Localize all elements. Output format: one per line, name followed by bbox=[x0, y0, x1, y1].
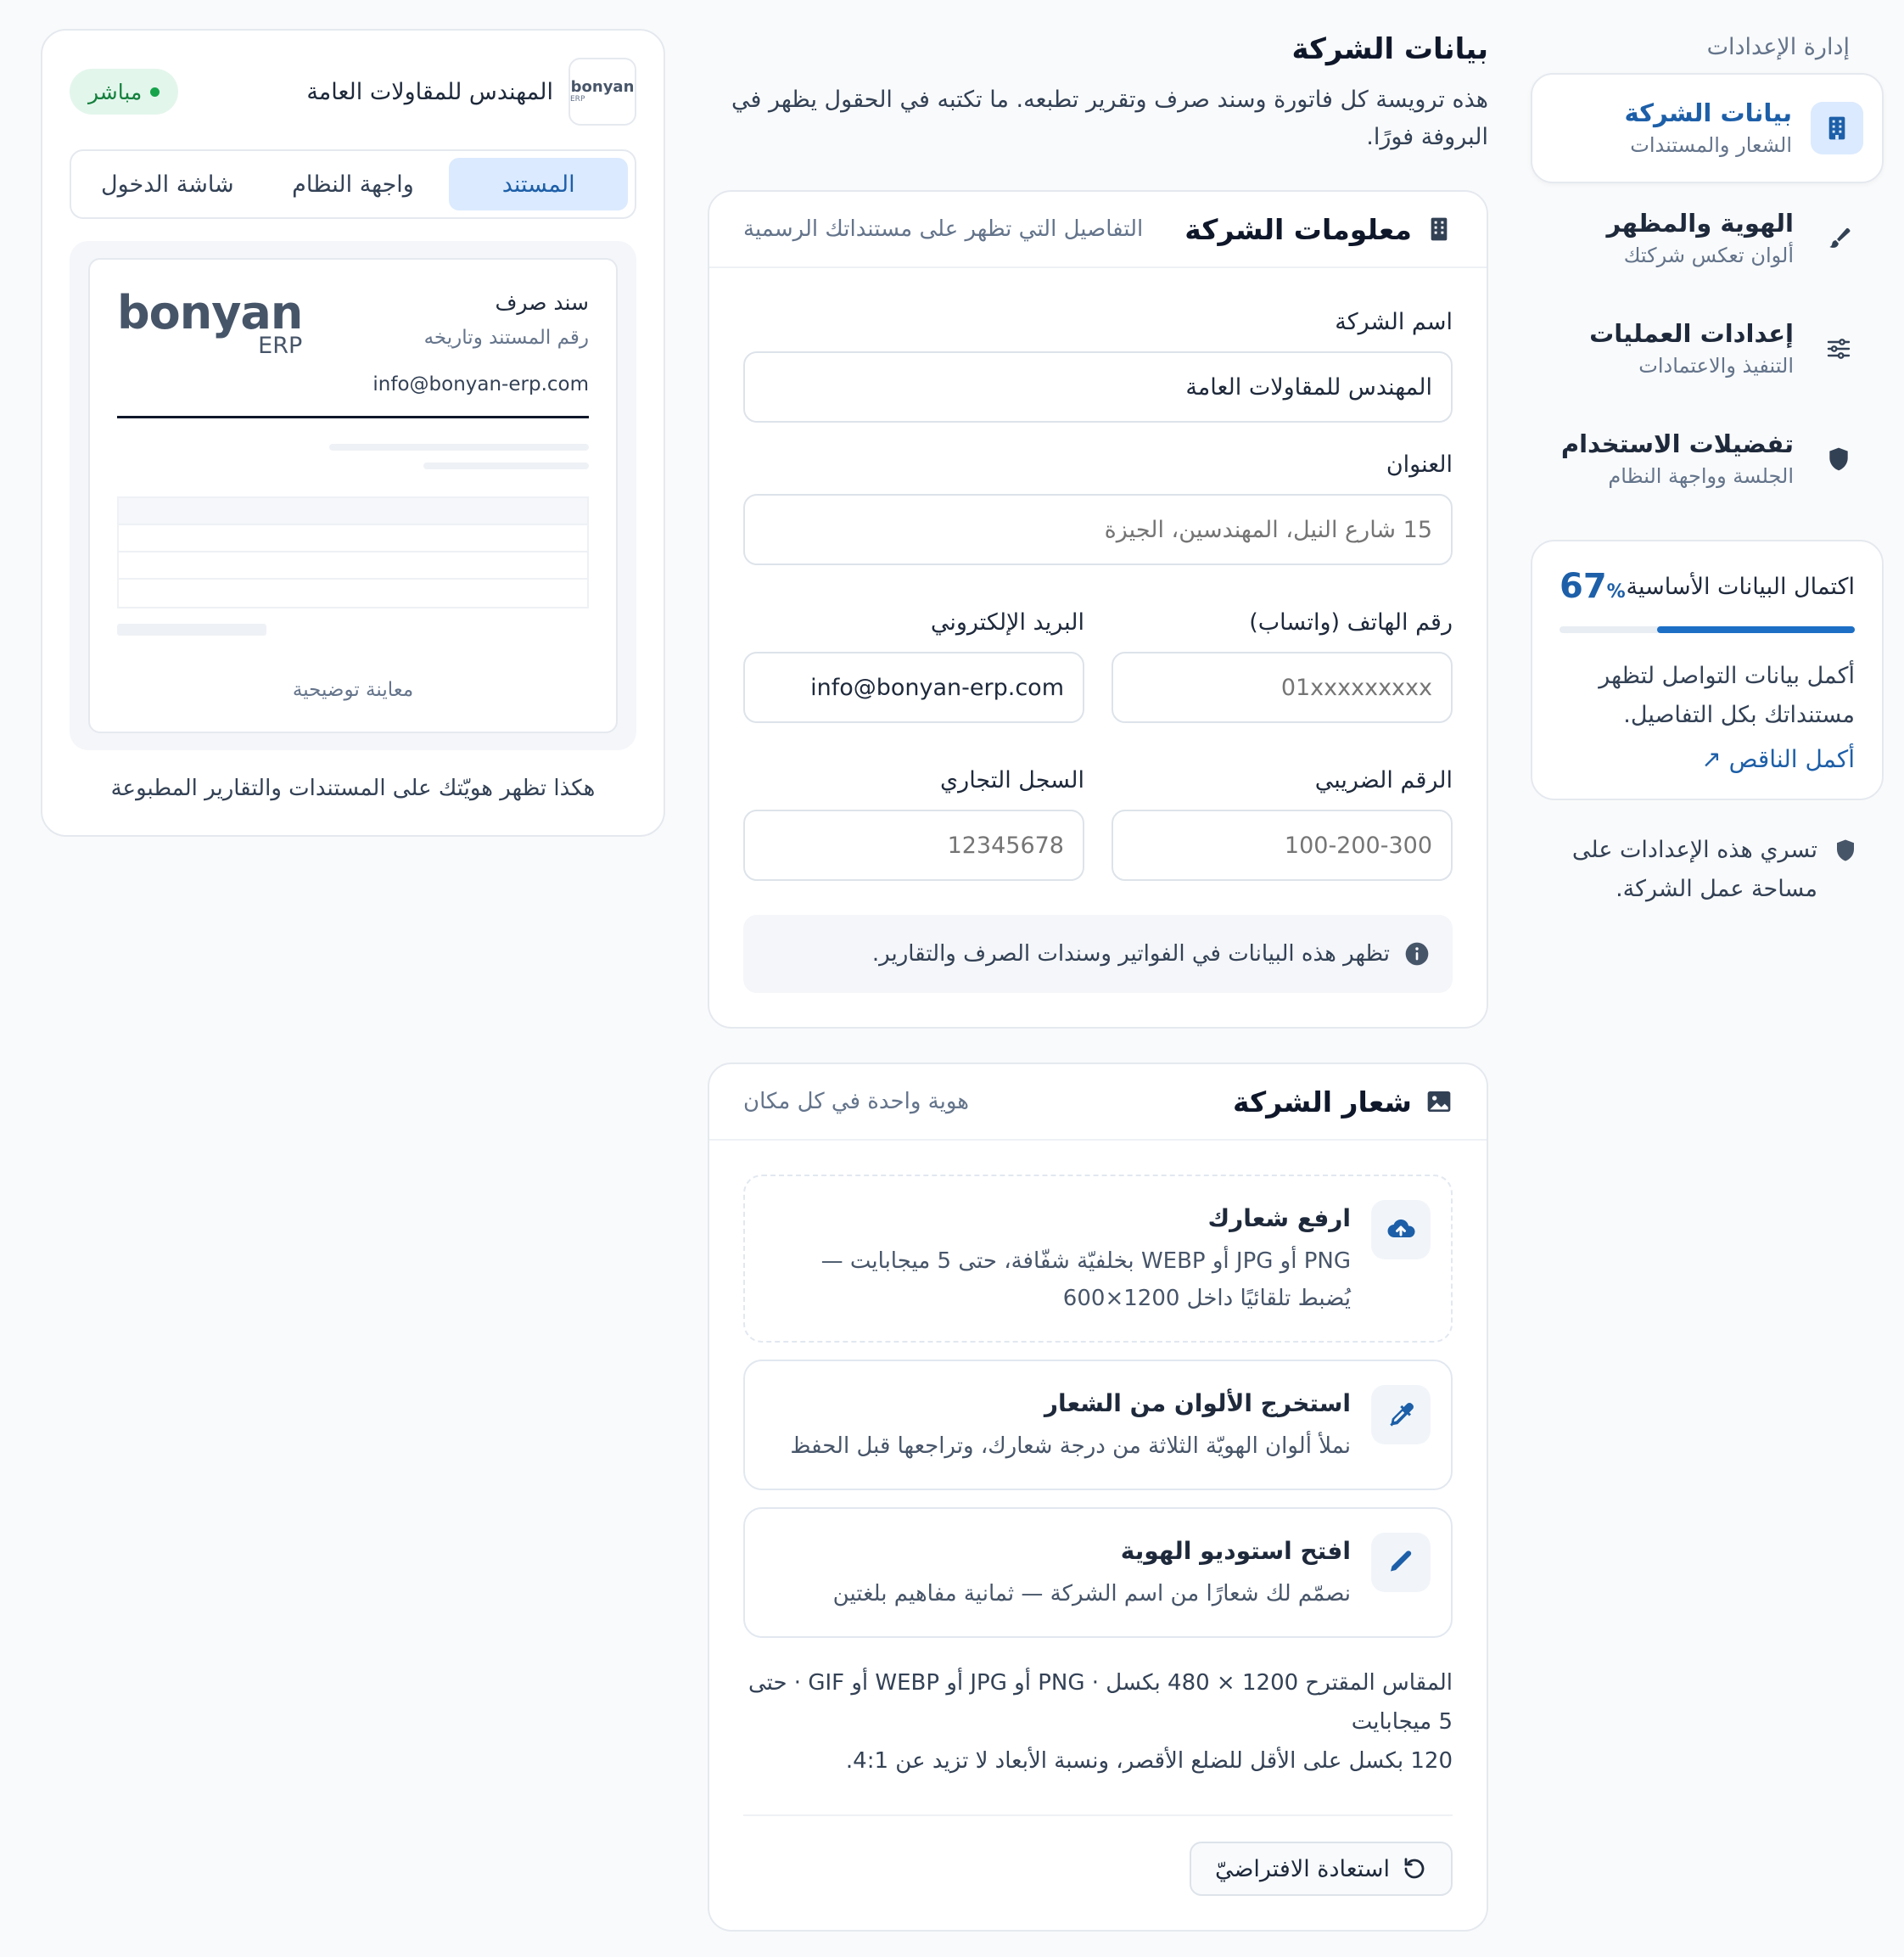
preview-tabs: المستند واجهة النظام شاشة الدخول bbox=[70, 149, 636, 219]
document-title: سند صرف bbox=[495, 290, 590, 315]
completion-text: أكمل بيانات التواصل لتظهر مستنداتك بكل ا… bbox=[1599, 663, 1855, 728]
completion-card: اكتمال البيانات الأساسية 67% أكمل بيانات… bbox=[1531, 540, 1884, 800]
upload-logo-option[interactable]: ارفع شعارك PNG أو JPG أو WEBP بخلفيّة شف… bbox=[743, 1175, 1453, 1343]
sidebar-heading: إدارة الإعدادات bbox=[1706, 34, 1850, 60]
document-subtitle: رقم المستند وتاريخه bbox=[423, 327, 589, 349]
live-badge: مباشر bbox=[70, 69, 179, 115]
company-name-label: اسم الشركة bbox=[1335, 309, 1453, 335]
card-title: شعار الشركة bbox=[1233, 1085, 1412, 1119]
sidebar-item-operations[interactable]: إعدادات العمليات التنفيذ والاعتمادات bbox=[1531, 294, 1884, 404]
card-title: معلومات الشركة bbox=[1184, 212, 1412, 246]
option-description: نملأ ألوان الهويّة الثلاثة من درجة شعارك… bbox=[790, 1433, 1351, 1459]
company-logo-card: شعار الشركة هوية واحدة في كل مكان ارفع ش… bbox=[708, 1063, 1488, 1932]
sidebar-item-title: الهوية والمظهر bbox=[1606, 209, 1794, 238]
option-description: نصمّم لك شعارًا من اسم الشركة — ثمانية م… bbox=[832, 1581, 1351, 1607]
settings-nav: بيانات الشركة الشعار والمستندات الهوية و… bbox=[1531, 73, 1884, 514]
phone-label: رقم الهاتف (واتساب) bbox=[1249, 609, 1453, 636]
card-header: شعار الشركة هوية واحدة في كل مكان bbox=[709, 1064, 1487, 1141]
document-logo: bonyan ERP bbox=[117, 286, 303, 359]
info-note-text: تظهر هذه البيانات في الفواتير وسندات الص… bbox=[871, 941, 1390, 967]
size-note-line-1: المقاس المقترح 1200 × 480 بكسل · PNG أو … bbox=[748, 1670, 1453, 1735]
sidebar-item-subtitle: التنفيذ والاعتمادات bbox=[1638, 354, 1794, 378]
phone-input[interactable] bbox=[1112, 652, 1453, 723]
building-icon bbox=[1811, 102, 1863, 154]
cloud-upload-icon bbox=[1371, 1200, 1431, 1259]
completion-title: اكتمال البيانات الأساسية bbox=[1626, 573, 1855, 600]
page-title: بيانات الشركة bbox=[1291, 32, 1488, 66]
placeholder-line bbox=[329, 444, 589, 451]
company-data-main: بيانات الشركة هذه ترويسة كل فاتورة وسند … bbox=[708, 29, 1488, 1932]
info-icon bbox=[1405, 942, 1429, 966]
placeholder-line bbox=[423, 463, 589, 469]
extract-colors-option[interactable]: استخرج الألوان من الشعار نملأ ألوان الهو… bbox=[743, 1360, 1453, 1490]
option-title: افتح استوديو الهوية bbox=[1120, 1537, 1351, 1565]
card-header: معلومات الشركة التفاصيل التي تظهر على مس… bbox=[709, 192, 1487, 268]
address-input[interactable] bbox=[743, 494, 1453, 565]
option-title: ارفع شعارك bbox=[1207, 1204, 1351, 1232]
company-name-input[interactable] bbox=[743, 351, 1453, 423]
sidebar-item-company-data[interactable]: بيانات الشركة الشعار والمستندات bbox=[1531, 73, 1884, 183]
card-subtitle: هوية واحدة في كل مكان bbox=[743, 1089, 969, 1114]
email-label: البريد الإلكتروني bbox=[930, 609, 1084, 636]
sidebar-item-identity[interactable]: الهوية والمظهر ألوان تعكس شركتك bbox=[1531, 183, 1884, 294]
commercial-register-input[interactable] bbox=[743, 810, 1084, 881]
eyedropper-icon bbox=[1371, 1385, 1431, 1444]
document-table-placeholder bbox=[117, 496, 589, 608]
email-input[interactable] bbox=[743, 652, 1084, 723]
tab-document[interactable]: المستند bbox=[449, 158, 628, 210]
identity-studio-option[interactable]: افتح استوديو الهوية نصمّم لك شعارًا من ا… bbox=[743, 1507, 1453, 1638]
shield-icon bbox=[1837, 839, 1854, 861]
completion-progress-bar bbox=[1560, 626, 1855, 633]
workspace-note: تسري هذه الإعدادات على مساحة عمل الشركة. bbox=[1531, 831, 1884, 909]
placeholder-footer-line bbox=[117, 624, 266, 636]
divider bbox=[743, 1814, 1453, 1816]
reset-icon bbox=[1404, 1858, 1425, 1879]
completion-progress-fill bbox=[1656, 626, 1855, 633]
document-email: info@bonyan-erp.com bbox=[372, 373, 589, 395]
info-note: تظهر هذه البيانات في الفواتير وسندات الص… bbox=[743, 915, 1453, 993]
completion-percent: 67% bbox=[1560, 567, 1626, 606]
size-note: المقاس المقترح 1200 × 480 بكسل · PNG أو … bbox=[743, 1663, 1453, 1780]
sidebar-item-title: تفضيلات الاستخدام bbox=[1560, 429, 1794, 458]
preview-caption: معاينة توضيحية bbox=[292, 679, 414, 701]
sidebar-item-subtitle: ألوان تعكس شركتك bbox=[1623, 244, 1794, 267]
preview-company-name: المهندس للمقاولات العامة bbox=[306, 78, 553, 105]
restore-default-label: استعادة الافتراضيّ bbox=[1214, 1855, 1390, 1882]
sidebar-item-subtitle: الشعار والمستندات bbox=[1630, 133, 1792, 157]
document-header-rule bbox=[117, 416, 589, 418]
live-preview-panel: bonyan ERP المهندس للمقاولات العامة مباش… bbox=[41, 29, 665, 837]
sidebar-item-preferences[interactable]: تفضيلات الاستخدام الجلسة وواجهة النظام bbox=[1531, 404, 1884, 514]
restore-default-button[interactable]: استعادة الافتراضيّ bbox=[1189, 1842, 1453, 1896]
pencil-icon bbox=[1371, 1533, 1431, 1592]
building-icon bbox=[1431, 217, 1448, 241]
tab-login-screen[interactable]: شاشة الدخول bbox=[78, 158, 257, 210]
page-description: هذه ترويسة كل فاتورة وسند صرف وتقرير تطب… bbox=[731, 87, 1488, 150]
tab-system-interface[interactable]: واجهة النظام bbox=[264, 158, 443, 210]
address-label: العنوان bbox=[1386, 451, 1453, 478]
option-description: PNG أو JPG أو WEBP بخلفيّة شفّافة، حتى 5… bbox=[820, 1248, 1351, 1311]
live-dot-icon bbox=[150, 87, 160, 97]
option-title: استخرج الألوان من الشعار bbox=[1044, 1389, 1351, 1417]
shield-icon bbox=[1812, 433, 1865, 485]
workspace-note-text: تسري هذه الإعدادات على مساحة عمل الشركة. bbox=[1571, 837, 1817, 902]
sidebar-item-subtitle: الجلسة وواجهة النظام bbox=[1608, 464, 1794, 488]
preview-footer-text: هكذا تظهر هويّتك على المستندات والتقارير… bbox=[110, 776, 596, 801]
sliders-icon bbox=[1812, 322, 1865, 375]
size-note-line-2: 120 بكسل على الأقل للضلع الأقصر، ونسبة ا… bbox=[845, 1748, 1453, 1774]
document-preview-frame: سند صرف رقم المستند وتاريخه bonyan ERP i… bbox=[70, 241, 636, 750]
settings-sidebar: إدارة الإعدادات بيانات الشركة الشعار وال… bbox=[1531, 31, 1884, 909]
company-info-card: معلومات الشركة التفاصيل التي تظهر على مس… bbox=[708, 190, 1488, 1029]
commercial-register-label: السجل التجاري bbox=[940, 767, 1084, 793]
tax-number-label: الرقم الضريبي bbox=[1314, 767, 1453, 793]
image-icon bbox=[1427, 1091, 1451, 1112]
card-subtitle: التفاصيل التي تظهر على مستنداتك الرسمية bbox=[743, 216, 1144, 242]
sidebar-item-title: إعدادات العمليات bbox=[1589, 319, 1794, 348]
complete-missing-link[interactable]: أكمل الناقص ↗ bbox=[1701, 745, 1855, 773]
document-preview: سند صرف رقم المستند وتاريخه bonyan ERP i… bbox=[88, 258, 618, 733]
sidebar-item-title: بيانات الشركة bbox=[1624, 98, 1792, 127]
brush-icon bbox=[1812, 212, 1865, 265]
tax-number-input[interactable] bbox=[1112, 810, 1453, 881]
company-logo: bonyan ERP bbox=[568, 58, 636, 126]
